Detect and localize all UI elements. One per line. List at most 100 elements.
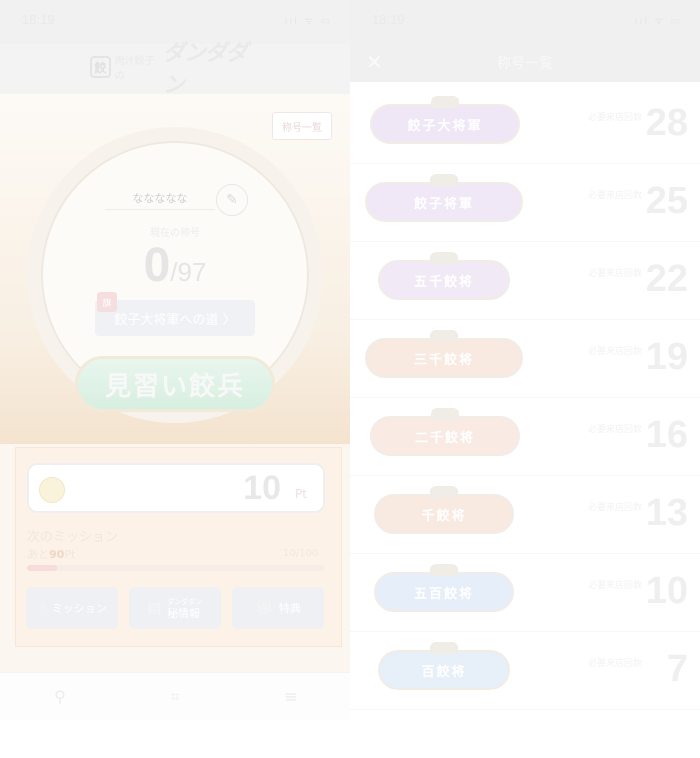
remaining-value: 90: [49, 548, 65, 561]
rank-required-visits: 7: [666, 648, 688, 690]
tab-bar: ⚲ ⌗ ≡: [0, 672, 350, 720]
road-to-general-button[interactable]: 旗 餃子大将軍への道 〉: [95, 292, 255, 336]
rank-condition: 必要来店回数: [588, 425, 643, 435]
mission-button[interactable]: ☝ ミッション: [26, 587, 118, 629]
remaining-prefix: あと: [27, 548, 49, 561]
rank-condition: 必要来店回数: [588, 581, 643, 591]
status-bar-right: 18:19 ııl ᯤ ▭: [350, 0, 700, 44]
points-display: 10 Pt: [27, 463, 325, 513]
title-list-button[interactable]: 称号一覧: [272, 112, 332, 140]
logo-small-text: 肉汁餃子の: [114, 56, 155, 82]
rank-required-visits: 25: [645, 180, 688, 222]
gift-icon: 🎁︎: [255, 600, 273, 616]
username: ななななな: [105, 190, 215, 210]
rank-row: 五千餃将 必要来店回数 22: [350, 242, 700, 320]
coin-icon: [39, 477, 65, 503]
points-unit: Pt: [295, 487, 307, 501]
rank-row: 三千餃将 必要来店回数 19: [350, 320, 700, 398]
rank-name: 百餃将: [421, 664, 467, 680]
rank-plate: 千餃将: [374, 486, 514, 534]
visit-total: /97: [170, 257, 207, 287]
secret-info-button[interactable]: ▤ ダンダダン 秘情報: [129, 587, 221, 629]
rank-required-visits: 13: [645, 492, 688, 534]
mission-progress-fill: [27, 565, 57, 571]
flag-icon: 旗: [97, 292, 117, 312]
rank-name: 餃子将軍: [413, 196, 474, 212]
rank-plate: 二千餃将: [370, 408, 520, 456]
mission-button-label: ミッション: [51, 602, 107, 615]
person-icon[interactable]: ⚲: [45, 687, 75, 709]
mission-icon: ☝: [37, 600, 46, 616]
remaining-unit: Pt: [64, 548, 76, 561]
rank-condition: 必要来店回数: [588, 191, 643, 201]
status-icons-right: ııl ᯤ ▭: [634, 16, 682, 27]
rank-name: 二千餃将: [414, 430, 475, 446]
crest-icon: [430, 486, 458, 498]
app-logo: 餃 肉汁餃子の ダンダダン: [90, 41, 260, 98]
rank-row: 五百餃将 必要来店回数 10: [350, 554, 700, 632]
mission-remaining: あと90Pt: [27, 546, 75, 562]
edit-name-button[interactable]: ✎: [216, 184, 248, 216]
crest-icon: [430, 564, 458, 576]
crest-icon: [431, 96, 459, 108]
mission-progress-bar: [27, 565, 325, 571]
rank-row: 二千餃将 必要来店回数 16: [350, 398, 700, 476]
crest-icon: [430, 174, 458, 186]
crest-icon: [430, 330, 458, 342]
rank-condition: 必要来店回数: [588, 503, 643, 513]
rank-condition: 必要来店回数: [588, 269, 643, 279]
status-time: 18:19: [22, 12, 55, 27]
visit-count: 0: [143, 239, 171, 292]
crest-icon: [431, 408, 459, 420]
road-button-label: 餃子大将軍への道 〉: [114, 312, 236, 328]
points-value: 10: [243, 469, 281, 507]
screen: 18:19 ııl ᯤ ▭ 餃 肉汁餃子の ダンダダン 称号一覧 ななななな ✎…: [0, 0, 700, 758]
mission-title: 次のミッション: [27, 530, 119, 545]
title-list-nav: ✕ 称号一覧: [350, 44, 700, 82]
rank-condition: 必要来店回数: [588, 347, 643, 357]
rank-name: 五百餃将: [413, 586, 474, 602]
rank-condition: 必要来店回数: [588, 659, 643, 669]
rank-name: 千餃将: [421, 508, 467, 524]
crest-icon: [430, 642, 458, 654]
perks-button[interactable]: 🎁︎ 特典: [232, 587, 324, 629]
logo-title: ダンダダン: [162, 41, 248, 98]
menu-icon[interactable]: ≡: [276, 687, 306, 709]
rank-name: 三千餃将: [413, 352, 474, 368]
info-button-label: 秘情報: [167, 607, 201, 620]
rank-plate: 三千餃将: [365, 330, 523, 378]
status-icons: ııl ᯤ ▭: [284, 16, 332, 27]
mission-count: 10/100: [283, 548, 319, 559]
book-icon: ▤: [147, 600, 162, 616]
rank-name: 餃子大将軍: [407, 118, 483, 134]
profile-screen: 18:19 ııl ᯤ ▭ 餃 肉汁餃子の ダンダダン 称号一覧 ななななな ✎…: [0, 0, 350, 720]
current-rank-plate: 見習い餃兵: [75, 356, 275, 412]
rank-plate: 餃子将軍: [365, 174, 523, 222]
pencil-icon: ✎: [226, 192, 238, 208]
current-title-label: 現在の称号: [150, 228, 200, 239]
rank-list: 餃子大将軍 必要来店回数 28 餃子将軍 必要来店回数 25 五千餃将 必要来店回数 22 三千餃…: [350, 86, 700, 710]
rank-row: 百餃将 必要来店回数 7: [350, 632, 700, 710]
rank-plate: 五千餃将: [378, 252, 510, 300]
rank-row: 千餃将 必要来店回数 13: [350, 476, 700, 554]
rank-required-visits: 19: [645, 336, 688, 378]
rank-plate: 百餃将: [378, 642, 510, 690]
status-time-right: 18:19: [372, 12, 405, 27]
visit-progress: 0/97: [100, 238, 250, 293]
rank-name: 五千餃将: [413, 274, 474, 290]
rank-required-visits: 22: [645, 258, 688, 300]
qr-icon[interactable]: ⌗: [160, 687, 190, 709]
logo-badge: 餃: [90, 56, 111, 78]
rank-plate: 餃子大将軍: [370, 96, 520, 144]
crest-icon: [430, 252, 458, 264]
rank-row: 餃子大将軍 必要来店回数 28: [350, 86, 700, 164]
rank-plate: 五百餃将: [374, 564, 514, 612]
title-list-heading: 称号一覧: [497, 56, 553, 72]
title-list-screen: 18:19 ııl ᯤ ▭ ✕ 称号一覧 餃子大将軍 必要来店回数 28 餃子将軍 必要…: [350, 0, 700, 712]
rank-row: 餃子将軍 必要来店回数 25: [350, 164, 700, 242]
rank-required-visits: 28: [645, 102, 688, 144]
rank-required-visits: 10: [645, 570, 688, 612]
rank-required-visits: 16: [645, 414, 688, 456]
rank-condition: 必要来店回数: [588, 113, 643, 123]
perks-button-label: 特典: [278, 602, 301, 615]
